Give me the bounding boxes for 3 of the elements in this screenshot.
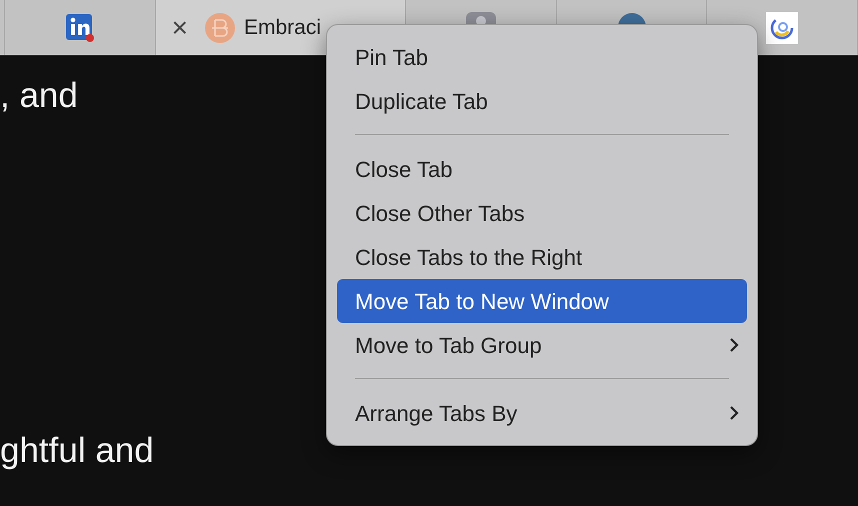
tab-title: Embraci: [244, 14, 322, 41]
body-text: , and: [0, 78, 78, 113]
body-text: ghtful and: [0, 433, 154, 468]
